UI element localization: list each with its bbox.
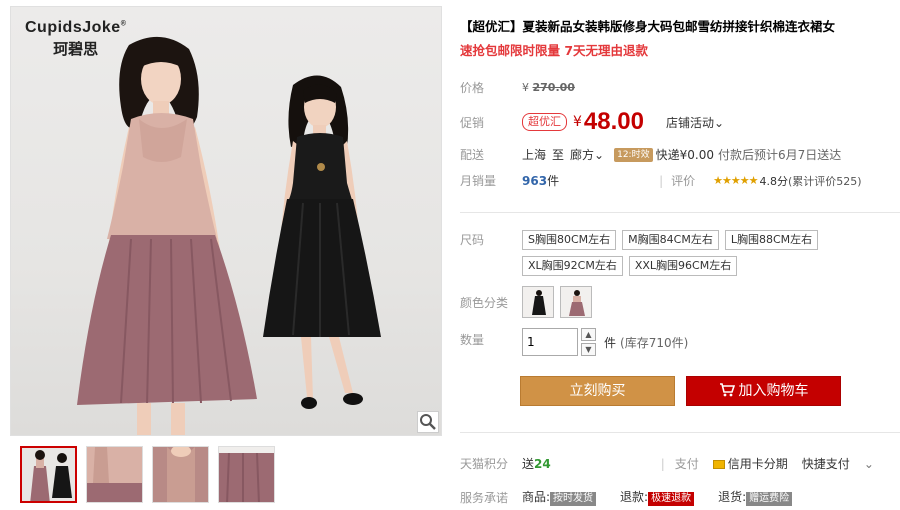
- size-option-l[interactable]: L胸围88CM左右: [724, 230, 819, 250]
- quantity-unit: 件: [604, 335, 617, 350]
- section-divider: [460, 432, 900, 433]
- store-event-link[interactable]: 店铺活动⌄: [666, 114, 724, 131]
- credit-installment-label: 信用卡分期: [727, 457, 788, 471]
- store-event-label: 店铺活动: [665, 115, 714, 130]
- payment-label: 支付: [674, 457, 699, 471]
- add-to-cart-label: 加入购物车: [738, 383, 809, 399]
- stats-row: 月销量 963 件 | 评价 ★★★★★ 4.8分 (累计评价525): [460, 172, 862, 189]
- credit-installment[interactable]: 信用卡分期: [712, 455, 788, 472]
- brand-name-en: CupidsJoke: [25, 19, 121, 36]
- quantity-stepper: ▲ ▼: [581, 328, 596, 356]
- service-tag[interactable]: 赠运费险: [746, 492, 793, 506]
- sales-label: 月销量: [460, 174, 497, 188]
- service-prefix: 商品:: [522, 490, 551, 504]
- color-label: 颜色分类: [460, 295, 509, 310]
- points-label: 天猫积分: [460, 457, 509, 471]
- original-price-currency: ¥: [522, 81, 529, 94]
- points-give: 送: [522, 457, 535, 471]
- quick-pay[interactable]: 快捷支付: [802, 455, 850, 472]
- main-product-image[interactable]: CupidsJoke® 珂碧思: [10, 6, 442, 436]
- size-options: S胸围80CM左右 M胸围84CM左右 L胸围88CM左右 XL胸围92CM左右…: [522, 230, 832, 276]
- rating-score: 4.8分: [759, 174, 788, 188]
- shipping-label: 配送: [460, 148, 485, 162]
- points-row: 天猫积分 送 24 | 支付 信用卡分期 快捷支付 ⌄: [460, 455, 874, 472]
- promo-currency: ¥: [573, 114, 582, 130]
- color-swatch-black[interactable]: [522, 286, 554, 318]
- model-black-dress: [263, 75, 381, 409]
- service-tag[interactable]: 按时发货: [550, 492, 597, 506]
- registered-mark: ®: [120, 20, 127, 28]
- points-value: 24: [534, 456, 551, 471]
- product-subtitle: 速抢包邮限时限量 7天无理由退款: [460, 43, 649, 58]
- ship-to-word: 至: [552, 148, 565, 162]
- promo-label: 促销: [460, 115, 485, 130]
- rating-stars: ★★★★★: [713, 174, 758, 187]
- service-tag[interactable]: 极速退款: [648, 492, 695, 506]
- review-label: 评价: [671, 174, 696, 188]
- color-swatch-pink[interactable]: [560, 286, 592, 318]
- price-label: 价格: [460, 81, 485, 95]
- ship-from: 上海: [522, 148, 547, 162]
- quantity-label: 数量: [460, 332, 485, 347]
- brand-logo: CupidsJoke® 珂碧思: [25, 19, 126, 59]
- shipping-row: 配送 上海 至 廊方⌄ 12:时效 快递¥0.00 付款后预计6月7日送达: [460, 146, 841, 163]
- ship-to-city: 廊方: [570, 148, 595, 162]
- buy-now-button[interactable]: 立刻购买: [520, 376, 675, 406]
- section-divider: [460, 212, 900, 213]
- points-divider: |: [660, 456, 665, 471]
- shipping-fee: 快递¥0.00: [655, 148, 714, 162]
- service-item-return: 退货: 赠运费险: [718, 488, 793, 506]
- chevron-down-icon: ⌄: [594, 148, 605, 162]
- more-payments-icon[interactable]: ⌄: [864, 457, 874, 471]
- delivery-estimate: 付款后预计6月7日送达: [717, 148, 842, 162]
- sales-unit: 件: [547, 174, 560, 188]
- service-row: 服务承诺 商品: 按时发货 退款: 极速退款 退货: 赠运费险: [460, 488, 793, 506]
- size-option-s[interactable]: S胸围80CM左右: [522, 230, 617, 250]
- quantity-row: 数量 ▲ ▼ 件 (库存710件): [460, 328, 688, 356]
- product-photo: [77, 36, 381, 435]
- product-title: 【超优汇】夏装新品女装韩版修身大码包邮雪纺拼接针织棉连衣裙女: [460, 19, 836, 34]
- size-label: 尺码: [460, 233, 485, 247]
- zoom-icon[interactable]: [417, 411, 439, 433]
- service-label: 服务承诺: [460, 490, 509, 505]
- service-prefix: 退款:: [620, 490, 649, 504]
- quantity-input[interactable]: [522, 328, 578, 356]
- decrease-button[interactable]: ▼: [581, 343, 596, 356]
- promo-price: 48.00: [583, 108, 644, 135]
- add-to-cart-button[interactable]: 加入购物车: [686, 376, 841, 406]
- ship-to-select[interactable]: 廊方⌄: [570, 146, 604, 163]
- size-option-m[interactable]: M胸围84CM左右: [622, 230, 719, 250]
- thumbnail-strip: [20, 446, 275, 503]
- sales-count: 963: [522, 173, 548, 188]
- chevron-down-icon: ⌄: [714, 115, 725, 130]
- size-option-xxl[interactable]: XXL胸围96CM左右: [628, 256, 738, 276]
- service-prefix: 退货:: [718, 490, 747, 504]
- thumbnail-3[interactable]: [152, 446, 209, 503]
- service-item-ship: 商品: 按时发货: [522, 488, 597, 506]
- size-row: 尺码 S胸围80CM左右 M胸围84CM左右 L胸围88CM左右 XL胸围92C…: [460, 230, 832, 276]
- size-option-xl[interactable]: XL胸围92CM左右: [522, 256, 623, 276]
- credit-card-icon: [712, 460, 725, 469]
- thumbnail-2[interactable]: [86, 446, 143, 503]
- original-price-value: 270.00: [532, 81, 575, 94]
- original-price: ¥ 270.00: [522, 81, 575, 94]
- price-row: 价格 ¥ 270.00: [460, 79, 575, 96]
- increase-button[interactable]: ▲: [581, 328, 596, 341]
- review-count-link[interactable]: (累计评价525): [788, 173, 862, 189]
- delivery-time-badge: 12:时效: [614, 147, 653, 162]
- product-info: 【超优汇】夏装新品女装韩版修身大码包邮雪纺拼接针织棉连衣裙女 速抢包邮限时限量 …: [460, 0, 900, 510]
- promo-tag: 超优汇: [522, 113, 567, 131]
- brand-name-cn: 珂碧思: [53, 40, 99, 58]
- cart-icon: [719, 383, 735, 397]
- promo-row: 促销 超优汇 ¥ 48.00 店铺活动⌄: [460, 108, 724, 136]
- stock-count: (库存710件): [620, 335, 689, 350]
- product-gallery: CupidsJoke® 珂碧思: [0, 0, 446, 510]
- model-pink-dress: [77, 36, 257, 435]
- color-row: 颜色分类: [460, 286, 598, 318]
- stats-divider: |: [659, 173, 664, 188]
- thumbnail-4[interactable]: [218, 446, 275, 503]
- thumbnail-1[interactable]: [20, 446, 77, 503]
- service-item-refund: 退款: 极速退款: [620, 488, 695, 506]
